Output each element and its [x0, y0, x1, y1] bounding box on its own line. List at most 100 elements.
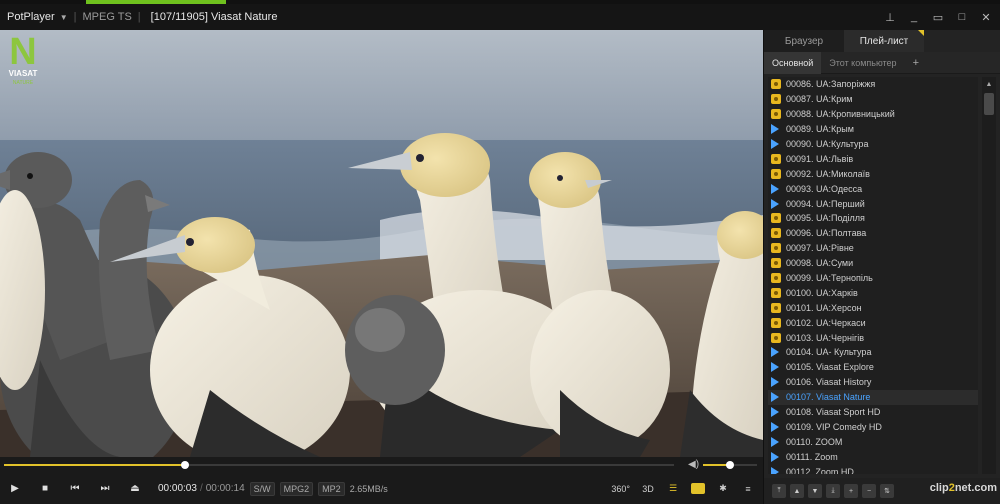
playlist-item[interactable]: 00096. UA:Полтава	[768, 226, 978, 241]
playlist-item-label: 00100. UA:Харків	[786, 287, 858, 298]
move-down-button[interactable]: ▼	[808, 484, 822, 498]
playlist-item-label: 00103. UA:Чернігів	[786, 332, 865, 343]
remove-button[interactable]: −	[862, 484, 876, 498]
bitrate-label: 2.65MB/s	[349, 483, 388, 494]
subtitle-icon[interactable]	[691, 483, 705, 494]
playlist-item[interactable]: 00111. Zoom	[768, 449, 978, 464]
eject-button[interactable]: ⏏	[120, 473, 150, 504]
channel-logo-letter: N	[9, 31, 36, 73]
settings-icon[interactable]: ✱	[716, 483, 730, 494]
time-separator: /	[199, 483, 203, 494]
video-frame[interactable]: N VIASAT NATURE	[0, 30, 763, 457]
move-top-button[interactable]: ⤒	[772, 484, 786, 498]
play-item-icon	[771, 183, 779, 194]
video-codec-tag[interactable]: MPG2	[279, 481, 314, 496]
playlist-item[interactable]: 00097. UA:Рівне	[768, 241, 978, 256]
playlist-item[interactable]: 00101. UA:Херсон	[768, 300, 978, 315]
playlist-item[interactable]: 00105. Viasat Explore	[768, 360, 978, 375]
tab-playlist[interactable]: Плей-лист	[844, 30, 924, 52]
playlist-search-icon[interactable]: ☰	[666, 483, 680, 494]
playlist-item[interactable]: 00099. UA:Тернопіль	[768, 271, 978, 286]
menu-icon[interactable]: ≡	[741, 484, 755, 494]
previous-icon: ⏮	[70, 483, 80, 494]
volume-icon[interactable]: ◀)	[688, 459, 699, 470]
playlist-item-label: 00095. UA:Поділля	[786, 213, 865, 224]
playlist-item[interactable]: 00104. UA- Культура	[768, 345, 978, 360]
playlist-item[interactable]: 00107. Viasat Nature	[768, 389, 978, 405]
playlist-item[interactable]: 00106. Viasat History	[768, 375, 978, 390]
playlist-item-label: 00087. UA:Крим	[786, 94, 853, 105]
tab-browser[interactable]: Браузер	[764, 30, 844, 52]
subtab-this-computer[interactable]: Этот компьютер	[821, 52, 904, 74]
app-menu-button[interactable]: PotPlayer ▼	[0, 11, 68, 23]
restore-icon[interactable]: ▭	[932, 11, 944, 24]
playlist-item[interactable]: 00109. VIP Comedy HD	[768, 419, 978, 434]
sort-button[interactable]: ⇅	[880, 484, 894, 498]
playlist-list: 00086. UA:Запоріжжя 00087. UA:Крим 00088. …	[768, 77, 978, 474]
seek-slider[interactable]	[4, 461, 674, 469]
move-up-button[interactable]: ▲	[790, 484, 804, 498]
window-controls: ⊥ _ ▭ □ ✕	[884, 4, 992, 30]
pin-icon[interactable]: ⊥	[884, 11, 896, 24]
disc-icon	[771, 213, 781, 224]
playlist-item[interactable]: 00102. UA:Черкаси	[768, 315, 978, 330]
playlist-item-label: 00099. UA:Тернопіль	[786, 273, 873, 284]
playlist-item-label: 00104. UA- Культура	[786, 347, 872, 358]
disc-icon	[771, 332, 781, 343]
potplayer-window: PotPlayer ▼ | MPEG TS | [107/11905] Vias…	[0, 0, 1000, 504]
playlist-toolbar: ⤒ ▲ ▼ ⤓ + − ⇅ clip2net.com	[764, 478, 1000, 504]
previous-button[interactable]: ⏮	[60, 473, 90, 504]
playlist-item-label: 00101. UA:Херсон	[786, 302, 862, 313]
playlist-item[interactable]: 00087. UA:Крим	[768, 92, 978, 107]
channel-logo-subtext: NATURE	[13, 80, 34, 86]
decoder-tag[interactable]: S/W	[249, 481, 275, 496]
scroll-up-icon[interactable]: ▲	[982, 77, 996, 91]
next-icon: ⏭	[100, 483, 110, 494]
playlist-item[interactable]: 00112. Zoom HD	[768, 464, 978, 474]
playlist-item[interactable]: 00088. UA:Кропивницький	[768, 107, 978, 122]
next-button[interactable]: ⏭	[90, 473, 120, 504]
playlist-item[interactable]: 00094. UA:Перший	[768, 196, 978, 211]
volume-slider[interactable]	[703, 461, 757, 469]
playlist-item[interactable]: 00089. UA:Крым	[768, 122, 978, 137]
3d-button[interactable]: 3D	[641, 484, 655, 494]
close-icon[interactable]: ✕	[980, 11, 992, 24]
disc-icon	[771, 153, 781, 164]
right-control-icons: 360° 3D ☰ ✱ ≡	[611, 473, 755, 504]
playlist-item[interactable]: 00091. UA:Львів	[768, 151, 978, 166]
playlist-item[interactable]: 00090. UA:Культура	[768, 137, 978, 152]
volume-handle[interactable]	[726, 461, 734, 469]
playlist-item[interactable]: 00103. UA:Чернігів	[768, 330, 978, 345]
control-bar: ▶ ■ ⏮ ⏭ ⏏ 00:00:03/00:00:14 S/W MPG2 MP2…	[0, 473, 763, 504]
stop-button[interactable]: ■	[30, 473, 60, 504]
move-bottom-button[interactable]: ⤓	[826, 484, 840, 498]
video-image	[0, 30, 763, 457]
minimize-icon[interactable]: _	[908, 11, 920, 23]
scroll-thumb[interactable]	[984, 93, 994, 115]
playlist-item-label: 00094. UA:Перший	[786, 198, 865, 209]
playlist-item-label: 00097. UA:Рівне	[786, 243, 854, 254]
title-separator: |	[73, 11, 77, 23]
subtab-main[interactable]: Основной	[764, 52, 822, 74]
maximize-icon[interactable]: □	[956, 11, 968, 23]
add-playlist-button[interactable]: +	[905, 52, 927, 74]
playlist-item[interactable]: 00108. Viasat Sport HD	[768, 405, 978, 420]
codec-label: MPEG TS	[82, 11, 132, 23]
disc-icon	[771, 287, 781, 298]
playlist-item-label: 00089. UA:Крым	[786, 124, 854, 135]
playlist-item[interactable]: 00100. UA:Харків	[768, 285, 978, 300]
add-button[interactable]: +	[844, 484, 858, 498]
playlist-item[interactable]: 00093. UA:Одесса	[768, 181, 978, 196]
playlist-scrollbar[interactable]: ▲	[982, 77, 996, 474]
playlist-item[interactable]: 00098. UA:Суми	[768, 256, 978, 271]
play-button[interactable]: ▶	[0, 473, 30, 504]
playlist-item[interactable]: 00095. UA:Поділля	[768, 211, 978, 226]
audio-codec-tag[interactable]: MP2	[318, 481, 345, 496]
play-icon: ▶	[11, 483, 19, 494]
playlist-item[interactable]: 00110. ZOOM	[768, 434, 978, 449]
play-item-icon	[771, 362, 779, 373]
seek-handle[interactable]	[180, 461, 189, 469]
vr-360-button[interactable]: 360°	[611, 484, 630, 494]
playlist-item[interactable]: 00092. UA:Миколаїв	[768, 166, 978, 181]
playlist-item[interactable]: 00086. UA:Запоріжжя	[768, 77, 978, 92]
